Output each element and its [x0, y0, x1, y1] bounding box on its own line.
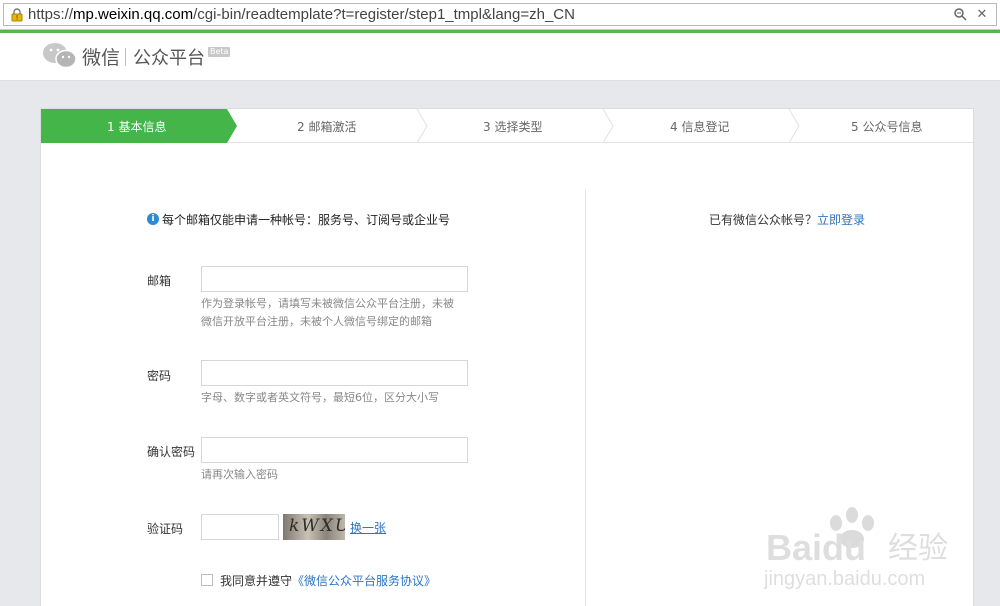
email-field[interactable] [201, 266, 468, 292]
column-divider [585, 189, 586, 606]
address-bar[interactable]: ! https://mp.weixin.qq.com/cgi-bin/readt… [3, 3, 997, 26]
confirm-password-tip: 请再次输入密码 [201, 468, 278, 481]
watermark-site: jingyan.baidu.com [763, 568, 925, 590]
step-2-label: 2 邮箱激活 [297, 120, 357, 134]
confirm-password-label: 确认密码 [147, 445, 196, 459]
password-field[interactable] [201, 360, 468, 386]
captcha-image-text: kWXU [289, 516, 345, 536]
captcha-label: 验证码 [147, 522, 184, 536]
confirm-password-field[interactable] [201, 437, 468, 463]
svg-text:!: ! [16, 14, 19, 22]
lock-warning-icon: ! [11, 8, 23, 22]
url-host: mp.weixin.qq.com [73, 6, 194, 23]
step-1-label: 1 基本信息 [107, 120, 167, 134]
step-3-divider [602, 109, 614, 143]
password-label: 密码 [147, 369, 172, 383]
login-link[interactable]: 立即登录 [817, 213, 865, 227]
step-4-divider [788, 109, 800, 143]
brand-separator [125, 48, 126, 66]
agree-text: 我同意并遵守《微信公众平台服务协议》 [220, 572, 436, 589]
captcha-input[interactable] [201, 514, 279, 540]
product-name: 公众平台 [133, 48, 205, 69]
notice-text: 每个邮箱仅能申请一种帐号：服务号、订阅号或企业号 [162, 213, 451, 227]
url-path: /cgi-bin/readtemplate?t=register/step1_t… [193, 6, 575, 23]
url-text[interactable]: https://mp.weixin.qq.com/cgi-bin/readtem… [28, 6, 575, 23]
login-hint: 已有微信公众帐号？立即登录 [709, 211, 865, 228]
zoom-icon[interactable] [952, 7, 968, 23]
login-hint-text: 已有微信公众帐号？ [709, 213, 818, 227]
baidu-watermark: Baidu 经验 jingyan.baidu.com [763, 507, 948, 590]
agree-prefix: 我同意并遵守 [220, 574, 293, 588]
beta-badge: Beta [208, 47, 231, 57]
watermark-cn: 经验 [888, 531, 948, 566]
captcha-image[interactable]: kWXU [283, 514, 345, 540]
refresh-captcha-link[interactable]: 换一张 [350, 519, 386, 536]
watermark-brand: Baidu [766, 527, 866, 568]
step-4-label: 4 信息登记 [670, 120, 730, 134]
step-3-label: 3 选择类型 [483, 120, 543, 134]
agreement-link[interactable]: 《微信公众平台服务协议》 [292, 574, 436, 588]
wechat-logo-icon[interactable] [42, 41, 78, 71]
browser-toolbar: ! https://mp.weixin.qq.com/cgi-bin/readt… [0, 0, 1000, 30]
agree-checkbox[interactable] [201, 574, 213, 586]
email-tip: 作为登录帐号，请填写未被微信公众平台注册，未被微信开放平台注册，未被个人微信号绑… [201, 297, 454, 328]
close-icon[interactable]: ✕ [974, 7, 990, 23]
site-header: 微信 公众平台 Beta [0, 33, 1000, 81]
url-scheme: https:// [28, 6, 74, 23]
email-label: 邮箱 [147, 274, 172, 288]
account-notice: 每个邮箱仅能申请一种帐号：服务号、订阅号或企业号 [147, 211, 450, 228]
step-2-divider [416, 109, 428, 143]
brand-name: 微信 [82, 47, 121, 69]
step-5-label: 5 公众号信息 [851, 120, 923, 134]
password-tip: 字母、数字或者英文符号，最短6位，区分大小写 [201, 391, 439, 404]
step-progress-bar: 1 基本信息 2 邮箱激活 3 选择类型 4 信息登记 5 公众号信息 [41, 109, 973, 143]
